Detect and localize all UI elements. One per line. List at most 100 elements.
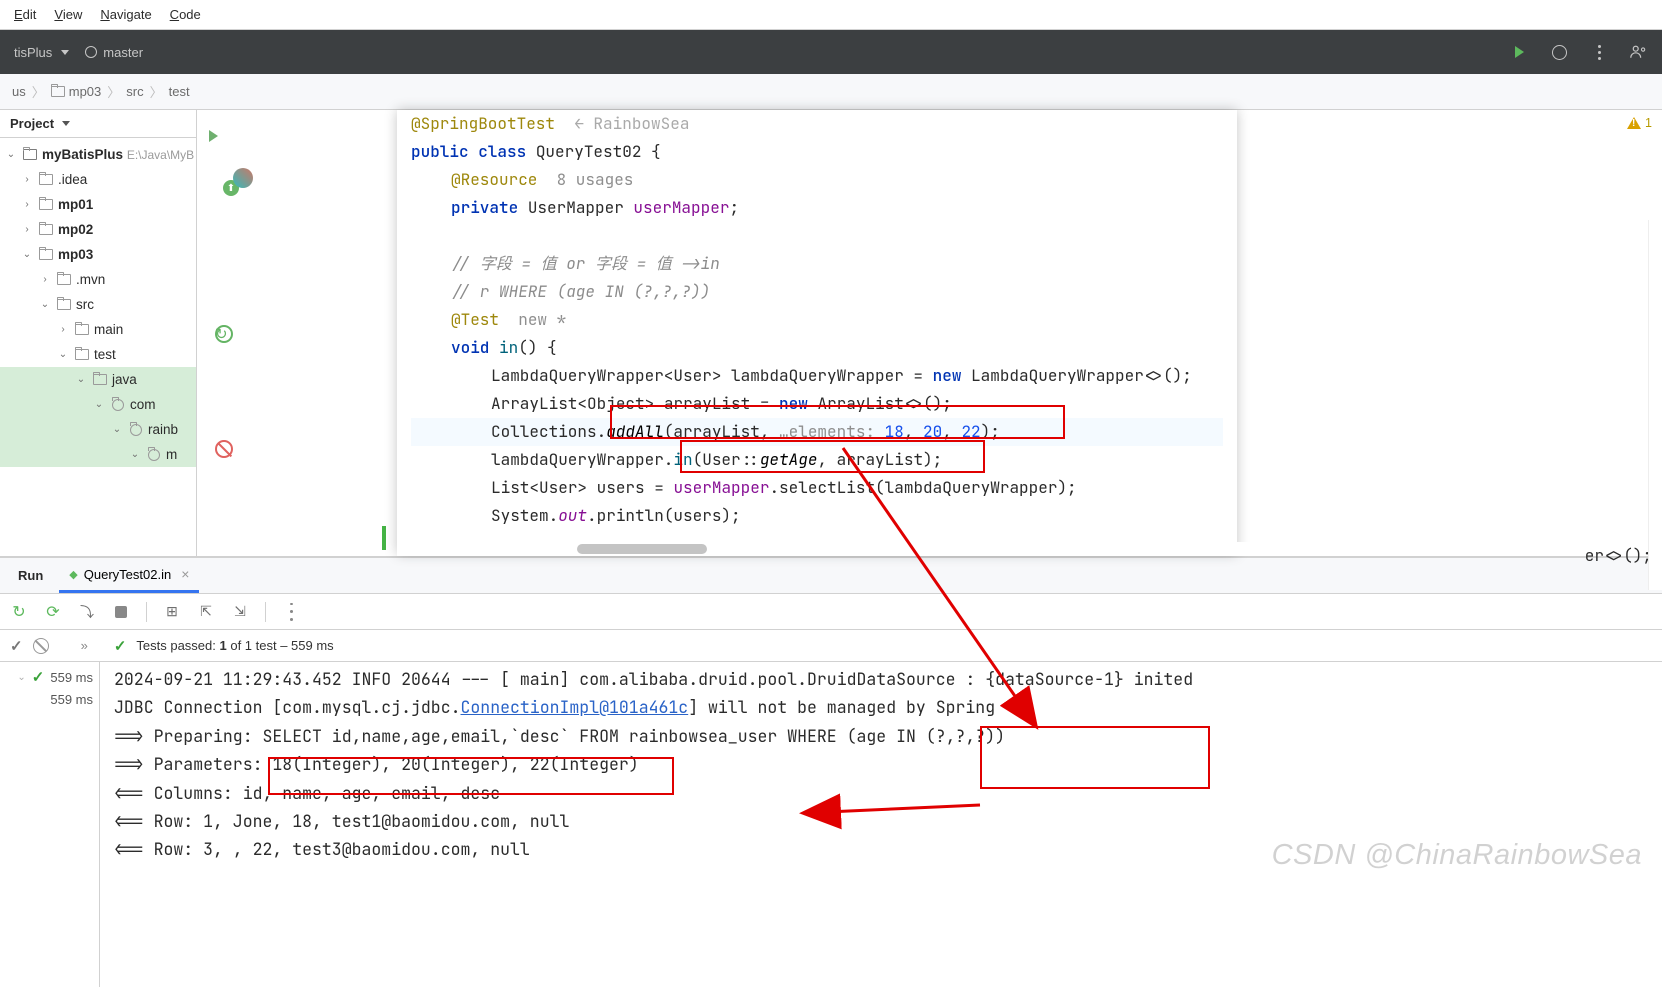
folder-icon	[93, 374, 107, 385]
console-line: <== Columns: id, name, age, email, desc	[114, 779, 1648, 807]
folder-icon	[39, 199, 53, 210]
stop-icon	[115, 606, 127, 618]
folder-icon	[39, 249, 53, 260]
test-leaf[interactable]: 559 ms	[6, 688, 93, 710]
project-header-label: Project	[10, 116, 54, 131]
folder-icon	[75, 324, 89, 335]
bug-icon	[1552, 45, 1567, 60]
author-avatar-icon[interactable]	[233, 168, 253, 188]
next-icon[interactable]: »	[81, 638, 88, 653]
menu-navigate[interactable]: Navigate	[94, 4, 157, 25]
main-menubar[interactable]: EEditdit View Navigate Code	[0, 0, 1662, 30]
git-branch-label: master	[103, 45, 143, 60]
toggle-auto-button[interactable]: ⤵	[78, 603, 96, 621]
console-output[interactable]: 2024-09-21 11:29:43.452 INFO 20644 --- […	[100, 662, 1662, 987]
bc-module[interactable]: mp03	[51, 84, 102, 99]
disable-icon[interactable]	[215, 440, 233, 458]
test-tree[interactable]: ⌄✓559 ms 559 ms	[0, 662, 100, 987]
debug-button[interactable]	[1550, 43, 1568, 61]
tree-m[interactable]: ⌄m	[0, 442, 196, 467]
close-icon[interactable]: ×	[181, 566, 189, 582]
run-tabs: Run ◆ QueryTest02.in ×	[0, 558, 1662, 594]
branch-icon	[85, 46, 97, 58]
tree-root[interactable]: ⌄myBatisPlus E:\Java\MyB	[0, 142, 196, 167]
more-button[interactable]	[282, 603, 300, 621]
run-config-selector[interactable]: tisPlus	[14, 45, 69, 60]
test-tab[interactable]: ◆ QueryTest02.in ×	[59, 558, 199, 593]
check-icon: ✓	[114, 637, 127, 655]
console-line: 2024-09-21 11:29:43.452 INFO 20644 --- […	[114, 665, 1648, 693]
run-tool-window: Run ◆ QueryTest02.in × ↻ ⟳ ⤵ ⊞ ⇱ ⇲ ✓ » ✓…	[0, 557, 1662, 987]
tree-main[interactable]: ›main	[0, 317, 196, 342]
tree-rainb[interactable]: ⌄rainb	[0, 417, 196, 442]
git-branch[interactable]: master	[85, 45, 143, 60]
tree-idea[interactable]: ›.idea	[0, 167, 196, 192]
run-button[interactable]	[1510, 43, 1528, 61]
project-tree[interactable]: ⌄myBatisPlus E:\Java\MyB ›.idea ›mp01 ›m…	[0, 138, 196, 556]
test-tab-label: QueryTest02.in	[84, 567, 171, 582]
people-icon	[1630, 44, 1648, 60]
package-icon	[130, 424, 142, 436]
console-line: JDBC Connection [com.mysql.cj.jdbc.Conne…	[114, 693, 1648, 721]
folder-icon	[39, 224, 53, 235]
problems-badge[interactable]: 1	[1627, 116, 1652, 130]
bc-src[interactable]: src	[126, 84, 143, 99]
bc-sep: 〉	[32, 82, 45, 101]
console-line: <== Row: 3, , 22, test3@baomidou.com, nu…	[114, 835, 1648, 863]
code-with-me[interactable]	[1630, 43, 1648, 61]
bc-root[interactable]: us	[12, 84, 26, 99]
editor-h-scrollbar[interactable]	[397, 542, 1332, 556]
folder-icon	[57, 299, 71, 310]
editor[interactable]: 1 er<>(); @SpringBootTest ← RainbowSea p…	[197, 110, 1662, 556]
package-icon	[112, 399, 124, 411]
code-behind-fragment: er<>();	[1585, 542, 1652, 570]
code-popup[interactable]: @SpringBootTest ← RainbowSea public clas…	[397, 110, 1237, 554]
tree-test[interactable]: ⌄test	[0, 342, 196, 367]
chevron-down-icon	[61, 50, 69, 55]
run-config-label: tisPlus	[14, 45, 52, 60]
chevron-down-icon	[62, 121, 70, 126]
stop-button[interactable]	[112, 603, 130, 621]
console-line: ==> Parameters: 18(Integer), 20(Integer)…	[114, 750, 1648, 778]
console-line: ==> Preparing: SELECT id,name,age,email,…	[114, 722, 1648, 750]
run-tab-button[interactable]: Run	[8, 558, 53, 593]
export-button[interactable]: ⇱	[197, 603, 215, 621]
main-toolbar: tisPlus master	[0, 30, 1662, 74]
tree-mp03[interactable]: ⌄mp03	[0, 242, 196, 267]
folder-icon	[23, 149, 37, 160]
test-node[interactable]: ⌄✓559 ms	[6, 666, 93, 688]
bc-test[interactable]: test	[169, 84, 190, 99]
tree-mvn[interactable]: ›.mvn	[0, 267, 196, 292]
problems-count: 1	[1645, 116, 1652, 130]
rerun-failed-button[interactable]: ⟳	[44, 603, 62, 621]
layout-button[interactable]: ⊞	[163, 603, 181, 621]
tree-mp01[interactable]: ›mp01	[0, 192, 196, 217]
tree-src[interactable]: ⌄src	[0, 292, 196, 317]
scrollbar-thumb[interactable]	[577, 544, 707, 554]
stack-link[interactable]: ConnectionImpl@101a461c	[461, 696, 689, 718]
project-header[interactable]: Project	[0, 110, 196, 138]
error-stripe[interactable]	[1648, 220, 1662, 590]
more-actions[interactable]	[1590, 43, 1608, 61]
tree-mp02[interactable]: ›mp02	[0, 217, 196, 242]
menu-edit[interactable]: EEditdit	[8, 4, 42, 25]
run-toolbar: ↻ ⟳ ⤵ ⊞ ⇱ ⇲	[0, 594, 1662, 630]
folder-icon	[57, 274, 71, 285]
menu-code[interactable]: Code	[164, 4, 207, 25]
check-icon[interactable]: ✓	[10, 637, 23, 655]
ignore-icon[interactable]	[33, 638, 49, 654]
breadcrumb: us 〉 mp03 〉 src 〉 test	[0, 74, 1662, 110]
reload-icon[interactable]	[215, 325, 233, 343]
import-button[interactable]: ⇲	[231, 603, 249, 621]
vcs-change-marker	[382, 526, 386, 550]
rerun-button[interactable]: ↻	[10, 603, 28, 621]
package-icon	[148, 449, 160, 461]
tree-com[interactable]: ⌄com	[0, 392, 196, 417]
menu-view[interactable]: View	[48, 4, 88, 25]
folder-icon	[75, 349, 89, 360]
play-icon	[1515, 46, 1524, 58]
console-line: <== Row: 1, Jone, 18, test1@baomidou.com…	[114, 807, 1648, 835]
tree-java[interactable]: ⌄java	[0, 367, 196, 392]
run-class-icon[interactable]	[209, 130, 218, 142]
test-status-bar: ✓ » ✓ Tests passed: 1 of 1 test – 559 ms	[0, 630, 1662, 662]
